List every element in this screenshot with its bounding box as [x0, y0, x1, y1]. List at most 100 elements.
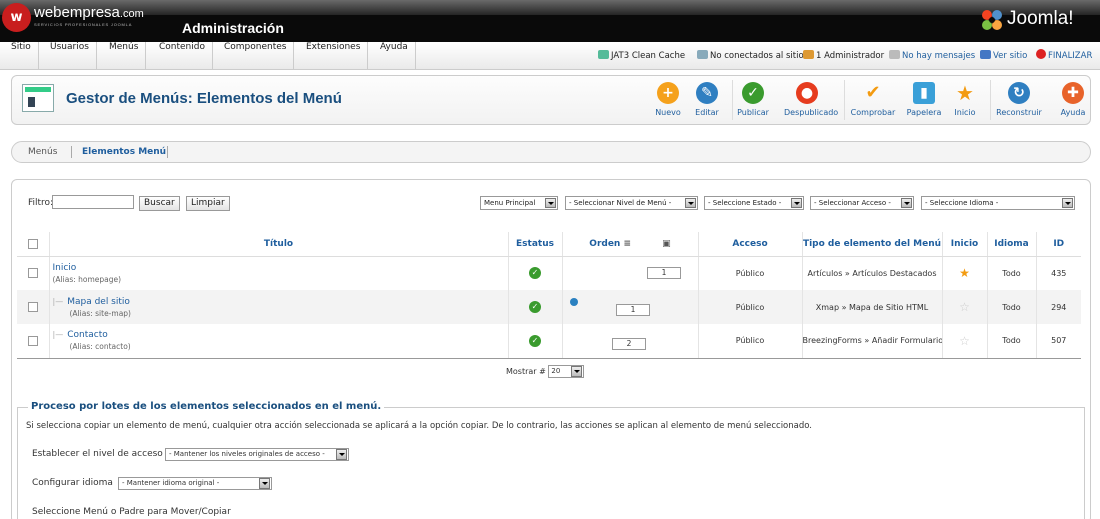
admin-icon [803, 50, 814, 59]
menu-sitio[interactable]: Sitio [4, 42, 39, 70]
order-input[interactable]: 1 [616, 304, 650, 316]
table-row: |— Contacto (Alias: contacto) ✓ 2 Público … [17, 324, 1081, 359]
search-button[interactable]: Buscar [139, 196, 180, 211]
table-row: Inicio (Alias: homepage) ✓ 1 Público Artí… [17, 256, 1081, 290]
status-messages[interactable]: No hay mensajes [889, 42, 975, 70]
select-all-checkbox[interactable] [27, 238, 38, 249]
trash-icon: ▮ [913, 82, 935, 104]
new-button[interactable]: + Nuevo [655, 82, 681, 122]
table-row: |— Mapa del sitio (Alias: site-map) ✓ 1 Pú… [17, 290, 1081, 324]
filter-search-input[interactable] [52, 195, 134, 209]
admin-title: Administración [182, 20, 284, 36]
refresh-icon: ↻ [1008, 82, 1030, 104]
unpublish-button[interactable]: ● Despublicado [784, 82, 838, 122]
menu-componentes[interactable]: Componentes [217, 42, 295, 70]
menu-usuarios[interactable]: Usuarios [43, 42, 97, 70]
chevron-down-icon [1062, 198, 1073, 208]
item-alias: (Alias: contacto) [69, 342, 131, 352]
col-title[interactable]: Título [48, 232, 508, 257]
chevron-down-icon [901, 198, 912, 208]
chevron-down-icon [259, 478, 270, 489]
tab-menu-items[interactable]: Elementos Menú [82, 142, 166, 162]
state-select[interactable]: - Seleccione Estado - [704, 196, 804, 210]
batch-description: Si selecciona copiar un elemento de menú… [26, 421, 812, 431]
clear-button[interactable]: Limpiar [186, 196, 230, 211]
main-menu-bar: Sitio Usuarios Menús Contenido Component… [0, 42, 1100, 70]
item-language: Todo [986, 290, 1036, 324]
row-checkbox[interactable] [27, 302, 38, 312]
published-check-icon[interactable]: ✓ [529, 301, 541, 313]
publish-button[interactable]: ✓ Publicar [737, 82, 769, 122]
language-select[interactable]: - Seleccione Idioma - [921, 196, 1075, 210]
item-title-link[interactable]: Contacto [67, 330, 108, 340]
menu-select[interactable]: Menu Principal [480, 196, 558, 210]
tree-indent: |— [52, 296, 64, 306]
check-icon: ✓ [742, 82, 764, 104]
plus-icon: + [657, 82, 679, 104]
joomla-flower-icon [982, 10, 1002, 30]
home-star-icon[interactable]: ★ [959, 266, 970, 280]
edit-button[interactable]: ✎ Editar [695, 82, 719, 122]
access-select[interactable]: - Seleccionar Acceso - [810, 196, 914, 210]
order-input[interactable]: 2 [612, 337, 646, 350]
col-access[interactable]: Acceso [697, 232, 802, 257]
pencil-icon: ✎ [696, 82, 718, 104]
sort-icon: ≡ [623, 238, 632, 249]
save-order-icon[interactable]: ▣ [662, 239, 671, 249]
menu-ayuda[interactable]: Ayuda [373, 42, 416, 70]
tab-menus[interactable]: Menús [28, 142, 57, 162]
menu-extensiones[interactable]: Extensiones [299, 42, 369, 70]
item-type: Artículos » Artículos Destacados [801, 256, 942, 290]
trash-button[interactable]: ▮ Papelera [907, 82, 941, 122]
status-admins: 1 Administrador [803, 42, 884, 70]
page-title: Gestor de Menús: Elementos del Menú [66, 90, 342, 107]
items-panel: Filtro: Buscar Limpiar Menu Principal - … [11, 179, 1091, 519]
home-star-icon[interactable]: ☆ [959, 300, 970, 314]
checkin-button[interactable]: ✔ Comprobar [851, 82, 896, 122]
page-size-select[interactable]: 20 [548, 365, 585, 378]
col-order[interactable]: Orden ≡ ▣ [561, 232, 698, 257]
col-language[interactable]: Idioma [986, 232, 1036, 257]
batch-legend: Proceso por lotes de los elementos selec… [28, 401, 385, 412]
item-title-link[interactable]: Mapa del sitio [67, 297, 130, 307]
col-status[interactable]: Estatus [507, 232, 562, 257]
logo-tagline: SERVICIOS PROFESIONALES JOOMLA [34, 22, 133, 27]
webempresa-logo-text[interactable]: webempresa.com [34, 4, 144, 21]
published-check-icon[interactable]: ✓ [529, 267, 541, 280]
menu-menus[interactable]: Menús [102, 42, 147, 70]
menu-contenido[interactable]: Contenido [152, 42, 213, 70]
item-title-link[interactable]: Inicio [53, 263, 77, 273]
row-checkbox[interactable] [27, 335, 38, 346]
view-site-link[interactable]: Ver sitio [980, 42, 1027, 70]
status-connected: No conectados al sitio [697, 42, 804, 70]
logout-link[interactable]: FINALIZAR [1036, 42, 1092, 70]
submenu-tabs: Menús Elementos Menú [11, 141, 1091, 163]
pagination: Mostrar # 20 [506, 365, 585, 378]
users-icon [697, 50, 708, 59]
help-button[interactable]: ✚ Ayuda [1061, 82, 1085, 122]
batch-access-select[interactable]: - Mantener los niveles originales de acc… [165, 448, 349, 461]
chevron-down-icon [791, 198, 802, 208]
published-check-icon[interactable]: ✓ [529, 334, 541, 347]
home-button[interactable]: ★ Inicio [954, 82, 976, 122]
batch-language-select[interactable]: - Mantener idioma original - [118, 477, 272, 490]
col-id[interactable]: ID [1035, 232, 1081, 257]
tree-indent: |— [52, 330, 64, 340]
item-access: Público [697, 290, 802, 324]
status-cache[interactable]: JAT3 Clean Cache [598, 42, 685, 70]
webempresa-logo-icon[interactable]: w [2, 3, 31, 32]
order-input[interactable]: 1 [647, 267, 681, 280]
col-home[interactable]: Inicio [941, 232, 987, 257]
item-access: Público [697, 324, 802, 359]
rebuild-button[interactable]: ↻ Reconstruir [996, 82, 1042, 122]
batch-access-label: Establecer el nivel de acceso [32, 449, 163, 459]
row-checkbox[interactable] [27, 268, 38, 279]
batch-fieldset: Proceso por lotes de los elementos selec… [17, 401, 1085, 519]
level-select[interactable]: - Seleccionar Nivel de Menú - [565, 196, 698, 210]
item-id: 294 [1035, 290, 1081, 324]
col-type[interactable]: Tipo de elemento del Menú [801, 232, 942, 257]
menu-manager-icon [22, 84, 54, 112]
move-down-arrow-icon[interactable] [570, 298, 578, 306]
chevron-down-icon [545, 198, 556, 208]
home-star-icon[interactable]: ☆ [959, 334, 970, 348]
